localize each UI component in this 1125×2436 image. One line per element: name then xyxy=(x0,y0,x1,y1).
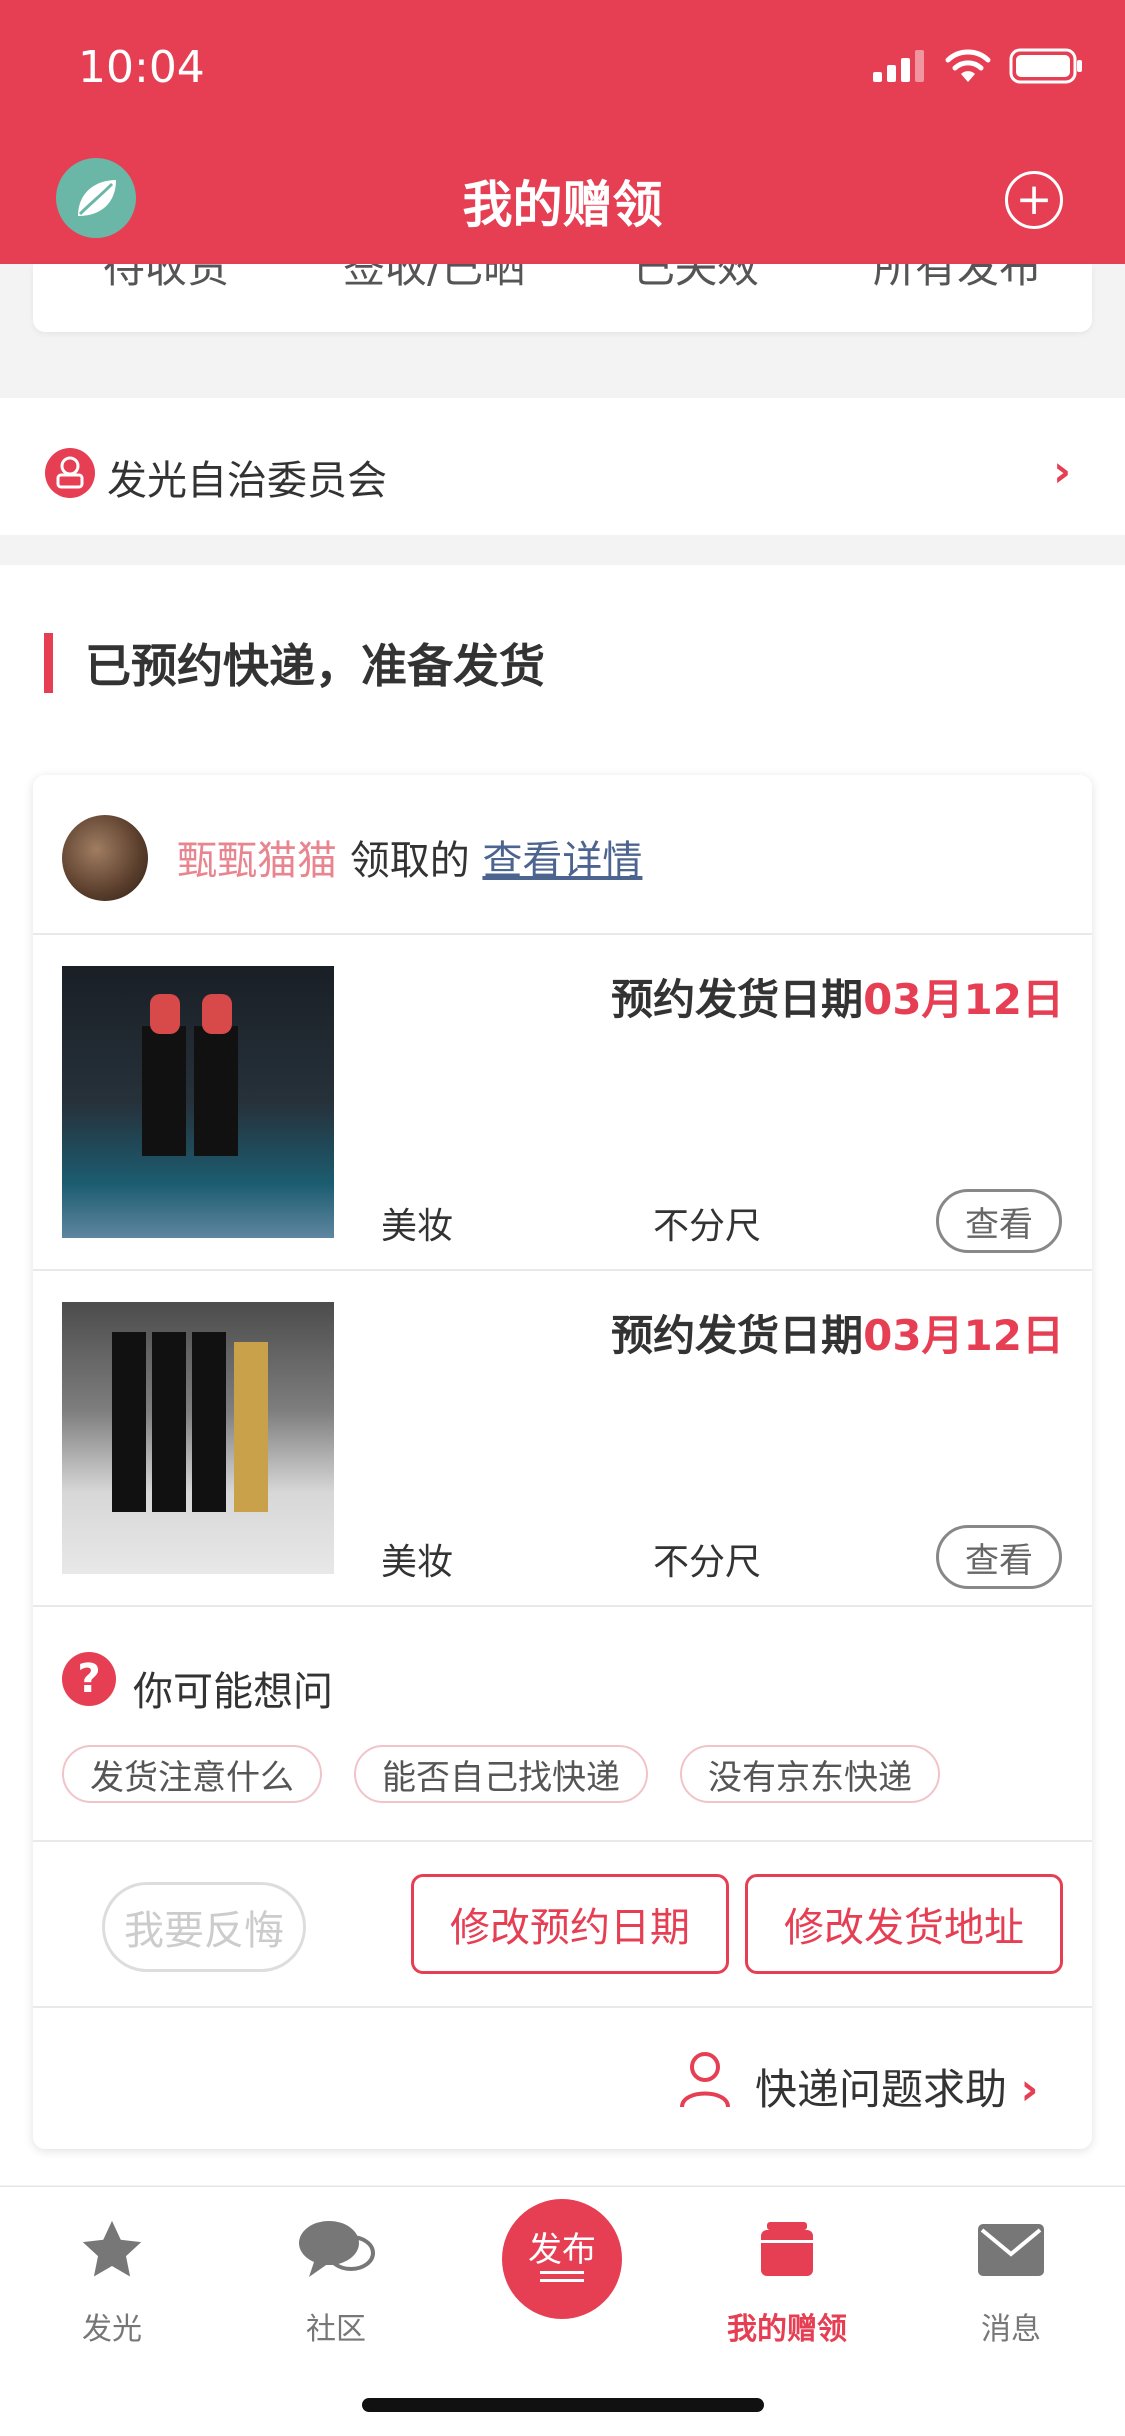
chevron-right-icon: › xyxy=(1020,2064,1039,2115)
product-image[interactable] xyxy=(62,1302,334,1574)
cards-icon xyxy=(761,2222,813,2276)
tab-signed[interactable]: 签收/已晒 xyxy=(343,264,525,295)
ship-date: 预约发货日期03月12日 xyxy=(611,1302,1064,1363)
tab-label: 我的赠领 xyxy=(727,2312,847,2347)
tab-pending-receipt[interactable]: 待收货 xyxy=(103,264,229,295)
star-icon xyxy=(82,2220,142,2277)
claimed-text: 领取的 xyxy=(349,838,470,884)
product-image[interactable] xyxy=(62,966,334,1238)
view-button[interactable]: 查看 xyxy=(936,1525,1062,1589)
chat-icon xyxy=(299,2221,375,2277)
divider xyxy=(33,2006,1092,2008)
faq-chip[interactable]: 没有京东快递 xyxy=(680,1745,940,1803)
tab-all-published[interactable]: 所有发布 xyxy=(873,264,1041,295)
ship-date-value: 03月12日 xyxy=(863,1311,1064,1360)
publish-label: 发布 xyxy=(528,2230,596,2270)
view-details-link[interactable]: 查看详情 xyxy=(482,838,642,884)
plus-icon: + xyxy=(1015,174,1053,225)
divider xyxy=(33,1840,1092,1842)
tab-messages[interactable]: 消息 xyxy=(931,2210,1091,2348)
divider xyxy=(33,1269,1092,1271)
change-date-button[interactable]: 修改预约日期 xyxy=(411,1874,729,1974)
chevron-right-icon: › xyxy=(1053,446,1072,497)
page-title: 我的赠领 xyxy=(462,176,663,234)
tab-shine[interactable]: 发光 xyxy=(32,2210,192,2348)
product-category: 美妆 xyxy=(381,1542,454,1583)
person-icon xyxy=(680,2052,730,2108)
tab-label: 社区 xyxy=(306,2312,366,2347)
claim-line: 甄甄猫猫 领取的 查看详情 xyxy=(177,828,642,886)
committee-label: 发光自治委员会 xyxy=(107,458,387,504)
shipping-help-label: 快递问题求助 xyxy=(755,2065,1008,2114)
section-title: 已预约快递，准备发货 xyxy=(85,639,545,693)
shipping-help-link[interactable]: 快递问题求助 › xyxy=(755,2056,1039,2117)
home-indicator xyxy=(362,2398,764,2412)
tab-label: 消息 xyxy=(981,2312,1041,2347)
mail-icon xyxy=(978,2224,1044,2276)
tab-my-gifts[interactable]: 我的赠领 xyxy=(707,2210,867,2348)
product-size: 不分尺 xyxy=(653,1206,762,1247)
battery-icon xyxy=(1009,48,1082,84)
publish-button[interactable]: 发布 xyxy=(502,2199,622,2319)
committee-icon xyxy=(45,448,95,498)
faq-chip[interactable]: 发货注意什么 xyxy=(62,1745,322,1803)
user-name[interactable]: 甄甄猫猫 xyxy=(177,838,337,884)
question-icon: ? xyxy=(62,1652,116,1706)
signal-icon xyxy=(873,50,924,82)
ship-date-value: 03月12日 xyxy=(863,975,1064,1024)
tab-expired[interactable]: 已失效 xyxy=(633,264,759,295)
divider xyxy=(33,933,1092,935)
add-button[interactable]: + xyxy=(1005,171,1063,229)
avatar[interactable] xyxy=(62,815,148,901)
change-address-button[interactable]: 修改发货地址 xyxy=(745,1874,1063,1974)
status-icons xyxy=(873,48,1083,84)
wifi-icon xyxy=(945,49,991,82)
tab-community[interactable]: 社区 xyxy=(256,2210,416,2348)
tab-label: 发光 xyxy=(82,2312,142,2347)
faq-title: 你可能想问 xyxy=(133,1669,333,1715)
ship-date: 预约发货日期03月12日 xyxy=(611,966,1064,1027)
ship-date-label: 预约发货日期 xyxy=(611,1311,864,1360)
product-size: 不分尺 xyxy=(653,1542,762,1583)
regret-button[interactable]: 我要反悔 xyxy=(102,1882,306,1972)
product-category: 美妆 xyxy=(381,1206,454,1247)
publish-icon xyxy=(540,2271,584,2282)
section-accent-bar xyxy=(44,633,53,693)
status-tabs: 待收货 签收/已晒 已失效 所有发布 xyxy=(33,264,1092,332)
divider xyxy=(33,1605,1092,1607)
ship-date-label: 预约发货日期 xyxy=(611,975,864,1024)
faq-chip[interactable]: 能否自己找快递 xyxy=(354,1745,648,1803)
status-time: 10:04 xyxy=(78,42,205,93)
view-button[interactable]: 查看 xyxy=(936,1189,1062,1253)
